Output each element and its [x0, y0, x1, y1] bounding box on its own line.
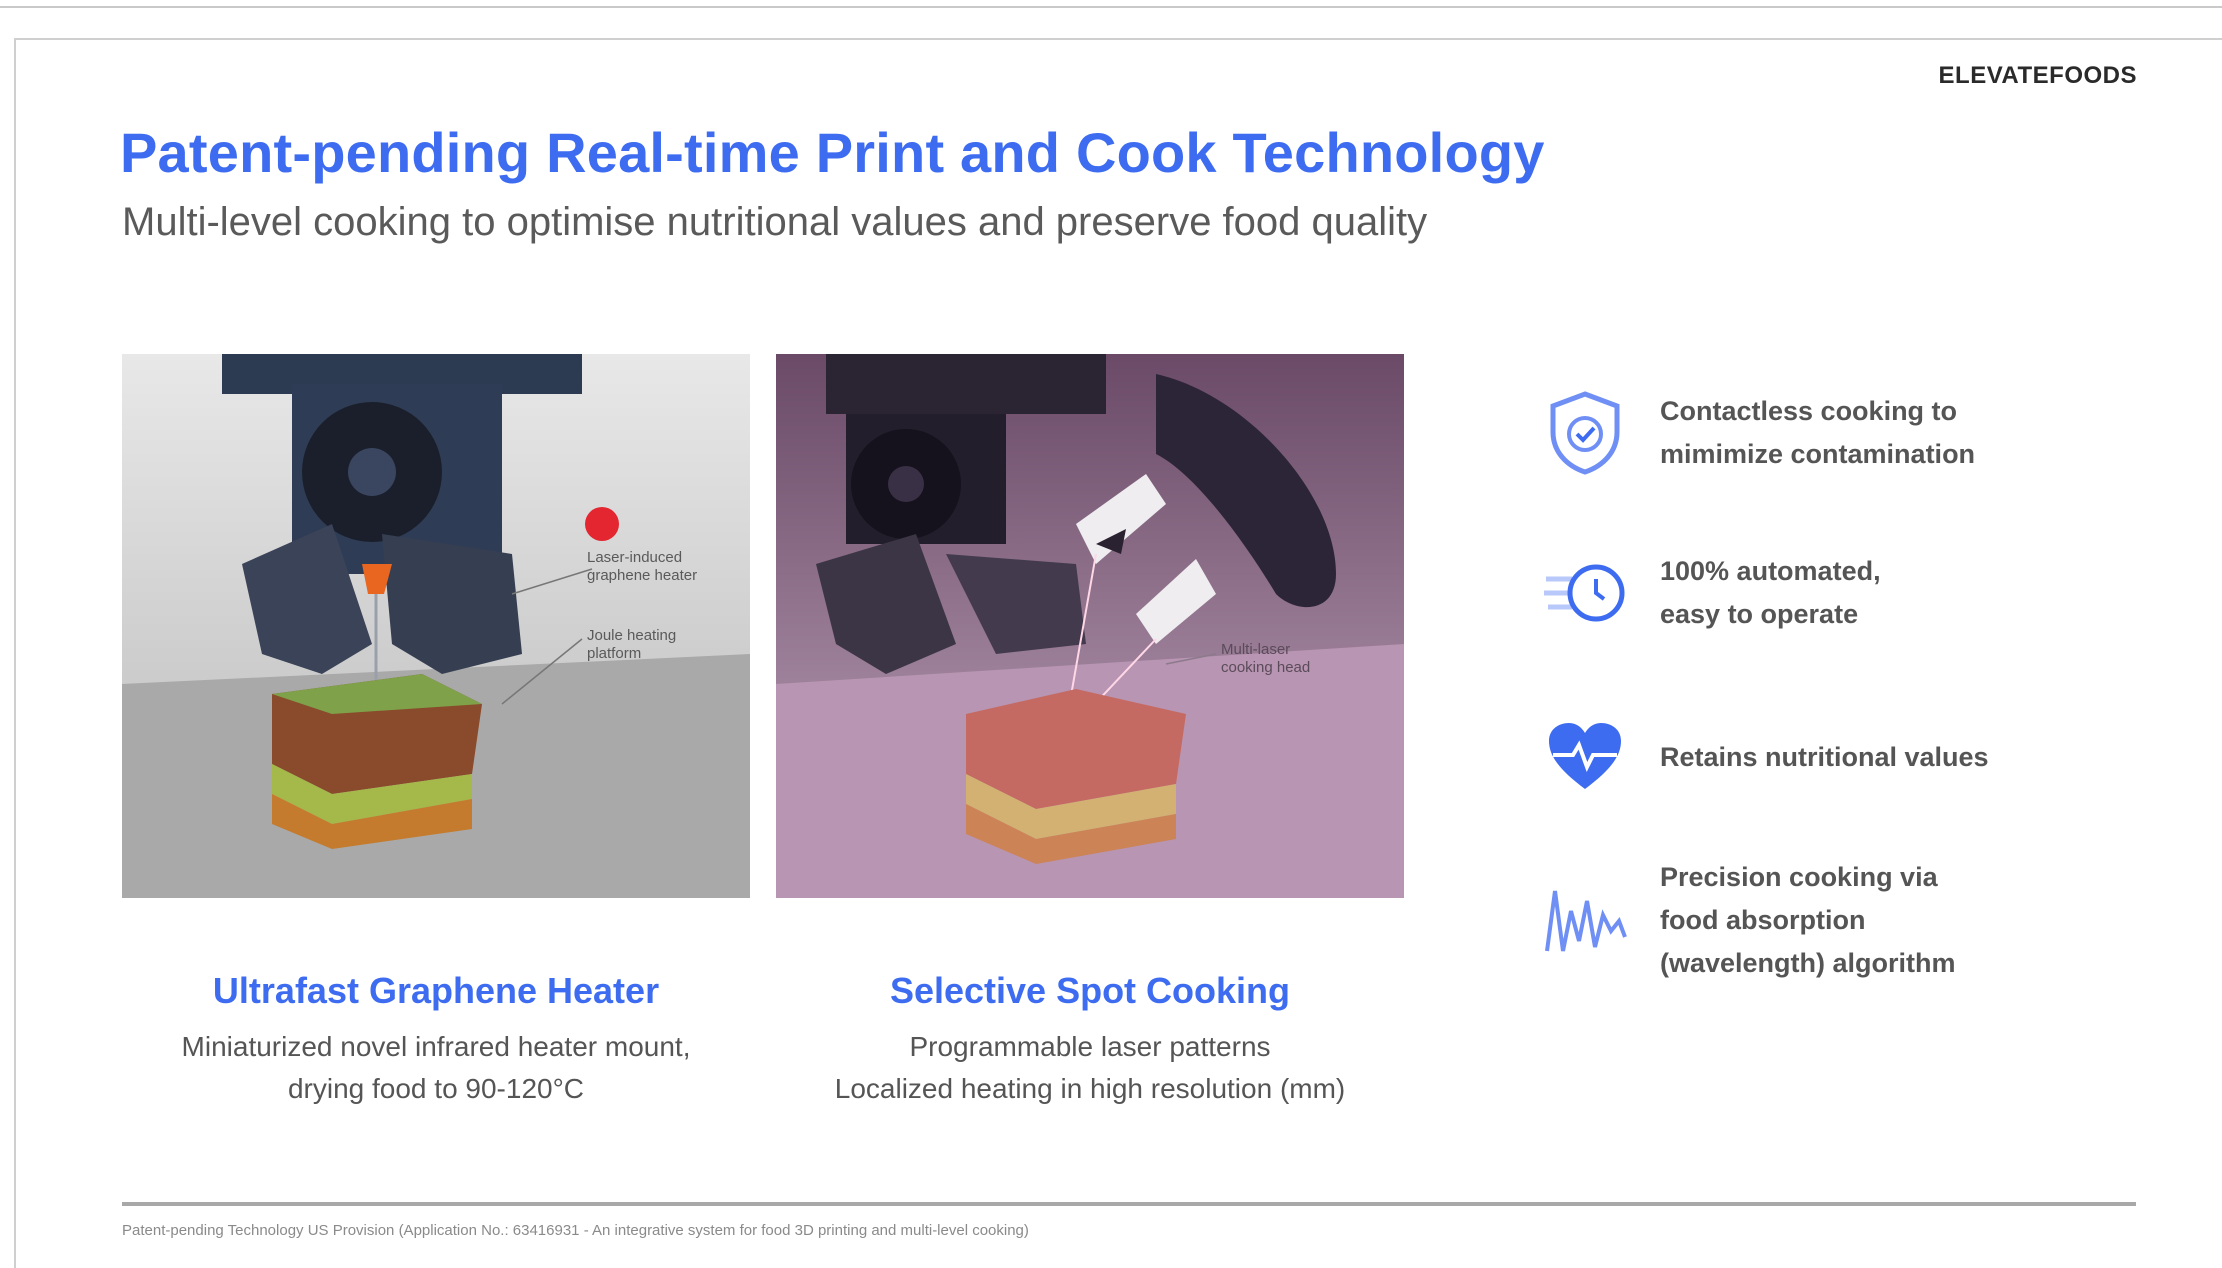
- caption-spot-cooking: Selective Spot Cooking Programmable lase…: [760, 970, 1420, 1110]
- caption-line: drying food to 90-120°C: [287, 1073, 585, 1104]
- panel-label: Laser-induced: [587, 549, 682, 566]
- feature-text: Retains nutritional values: [1660, 741, 1989, 772]
- heart-pulse-icon: [1540, 712, 1630, 802]
- panel-label: platform: [587, 645, 641, 662]
- feature-contactless: Contactless cooking to mimimize contamin…: [1540, 388, 2160, 478]
- spot-cooking-illustration: Multi-laser cooking head: [776, 354, 1404, 898]
- feature-text: food absorption: [1660, 905, 1866, 935]
- feature-text: Contactless cooking to: [1660, 396, 1958, 426]
- brand-logo: ELEVATEFOODS: [1938, 62, 2137, 89]
- slide-title: Patent-pending Real-time Print and Cook …: [120, 121, 1545, 184]
- feature-precision: Precision cooking via food absorption (w…: [1540, 856, 2160, 985]
- fast-clock-icon: [1540, 548, 1630, 638]
- feature-nutrition: Retains nutritional values: [1540, 712, 2160, 802]
- footer-note: Patent-pending Technology US Provision (…: [122, 1222, 1029, 1239]
- feature-text: easy to operate: [1660, 599, 1859, 629]
- panel-label: cooking head: [1221, 659, 1310, 676]
- feature-text: Precision cooking via: [1660, 862, 1938, 892]
- feature-text: mimimize contamination: [1660, 439, 1976, 469]
- feature-text: 100% automated,: [1660, 556, 1881, 586]
- slide-subtitle: Multi-level cooking to optimise nutritio…: [122, 200, 1428, 244]
- caption-graphene-heater: Ultrafast Graphene Heater Miniaturized n…: [106, 970, 766, 1110]
- caption-title: Selective Spot Cooking: [889, 970, 1291, 1011]
- caption-title: Ultrafast Graphene Heater: [212, 970, 660, 1011]
- caption-line: Miniaturized novel infrared heater mount…: [181, 1031, 691, 1062]
- caption-line: Localized heating in high resolution (mm…: [834, 1073, 1346, 1104]
- graphene-heater-illustration: Laser-induced graphene heater Joule heat…: [122, 354, 750, 898]
- panel-label: Joule heating: [587, 627, 676, 644]
- feature-text: (wavelength) algorithm: [1660, 948, 1956, 978]
- caption-line: Programmable laser patterns: [909, 1031, 1271, 1062]
- panel-label: Multi-laser: [1221, 641, 1290, 658]
- previous-slide-edge: [0, 0, 2222, 8]
- feature-automated: 100% automated, easy to operate: [1540, 548, 2160, 638]
- waveform-icon: [1540, 876, 1630, 966]
- panel-label: graphene heater: [587, 567, 697, 584]
- footer-divider: [122, 1202, 2136, 1206]
- shield-check-icon: [1540, 388, 1630, 478]
